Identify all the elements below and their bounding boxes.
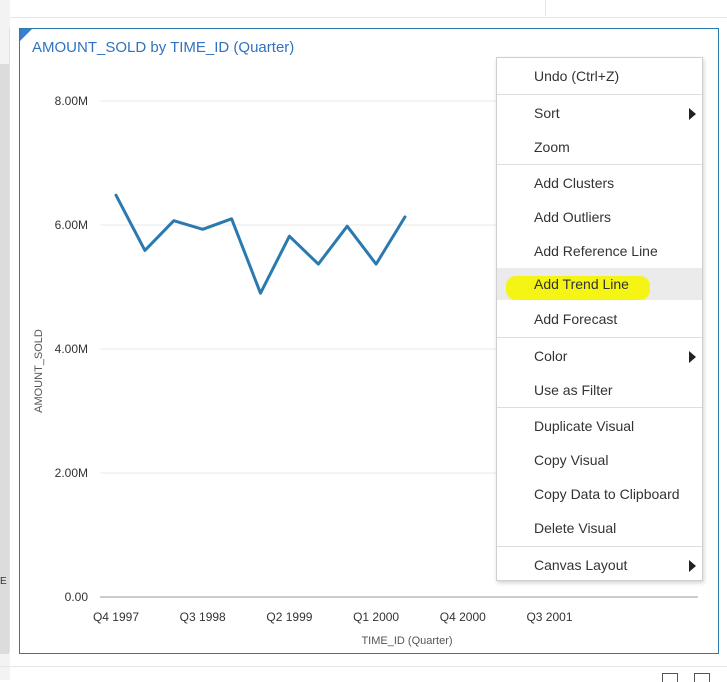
- menu-item-add-outliers[interactable]: Add Outliers: [497, 201, 702, 233]
- x-axis-title: TIME_ID (Quarter): [361, 635, 452, 647]
- menu-item-add-forecast[interactable]: Add Forecast: [497, 303, 702, 335]
- y-tick-label: 8.00M: [55, 94, 88, 108]
- menu-item-label: Duplicate Visual: [534, 418, 635, 434]
- menu-item-label: Copy Data to Clipboard: [534, 486, 680, 502]
- bottom-status-band: [0, 666, 727, 682]
- menu-item-delete-visual[interactable]: Delete Visual: [497, 512, 702, 544]
- left-panel-border: [9, 28, 10, 652]
- x-tick-label: Q2 1999: [266, 610, 312, 624]
- layout-icon[interactable]: [694, 673, 710, 682]
- x-tick-label: Q3 1998: [180, 610, 226, 624]
- data-point: [143, 249, 147, 252]
- data-point: [288, 234, 291, 238]
- left-map-visual: [0, 64, 9, 654]
- data-point: [230, 217, 233, 220]
- menu-item-add-trend-line[interactable]: Add Trend Line: [497, 268, 702, 300]
- data-point: [259, 292, 262, 295]
- data-point: [114, 194, 118, 197]
- menu-item-label: Delete Visual: [534, 520, 617, 536]
- menu-item-color[interactable]: Color: [497, 340, 702, 372]
- menu-item-duplicate-visual[interactable]: Duplicate Visual: [497, 410, 702, 442]
- submenu-arrow-icon: [689, 108, 696, 120]
- menu-item-label: Add Reference Line: [534, 243, 658, 259]
- y-axis-title: AMOUNT_SOLD: [33, 329, 45, 413]
- menu-separator: [497, 407, 702, 408]
- submenu-arrow-icon: [689, 351, 696, 363]
- menu-item-label: Sort: [534, 105, 560, 121]
- menu-item-undo[interactable]: Undo (Ctrl+Z): [497, 60, 702, 92]
- menu-item-label: Color: [534, 348, 568, 364]
- menu-separator: [497, 546, 702, 547]
- left-panel-edge-label: E: [0, 576, 7, 587]
- menu-item-label: Zoom: [534, 139, 570, 155]
- menu-item-label: Canvas Layout: [534, 557, 628, 573]
- context-menu: Undo (Ctrl+Z) Sort Zoom Add Clusters Add…: [496, 57, 703, 581]
- menu-item-copy-data-to-clipboard[interactable]: Copy Data to Clipboard: [497, 478, 702, 510]
- menu-item-label: Add Forecast: [534, 311, 618, 327]
- menu-item-label: Use as Filter: [534, 382, 613, 398]
- menu-item-add-clusters[interactable]: Add Clusters: [497, 167, 702, 199]
- menu-item-label: Add Outliers: [534, 209, 612, 225]
- y-tick-label: 0.00: [65, 590, 89, 604]
- menu-item-label: Undo (Ctrl+Z): [534, 68, 620, 84]
- data-point: [317, 262, 320, 266]
- data-point: [346, 225, 349, 228]
- menu-item-use-as-filter[interactable]: Use as Filter: [497, 374, 702, 406]
- series-line: [114, 193, 407, 295]
- menu-separator: [497, 337, 702, 338]
- menu-item-label: Add Clusters: [534, 175, 615, 191]
- data-point: [201, 228, 204, 231]
- x-tick-label: Q3 2001: [526, 610, 572, 624]
- menu-item-canvas-layout[interactable]: Canvas Layout: [497, 549, 702, 581]
- y-tick-label: 6.00M: [55, 218, 88, 232]
- menu-item-zoom[interactable]: Zoom: [497, 131, 702, 163]
- x-tick-label: Q4 2000: [440, 610, 486, 624]
- toolbar-divider: [545, 0, 546, 16]
- menu-item-add-reference-line[interactable]: Add Reference Line: [497, 235, 702, 267]
- data-point: [403, 215, 407, 219]
- data-point: [374, 262, 378, 266]
- x-tick-label: Q1 2000: [353, 610, 399, 624]
- grid-icon[interactable]: [662, 673, 678, 682]
- x-tick-label: Q4 1997: [93, 610, 139, 624]
- menu-separator: [497, 94, 702, 95]
- menu-item-sort[interactable]: Sort: [497, 97, 702, 129]
- menu-item-label: Add Trend Line: [534, 276, 629, 292]
- y-tick-label: 4.00M: [55, 342, 88, 356]
- y-tick-label: 2.00M: [55, 466, 88, 480]
- data-point: [172, 219, 175, 222]
- menu-separator: [497, 164, 702, 165]
- menu-item-copy-visual[interactable]: Copy Visual: [497, 444, 702, 476]
- menu-item-label: Copy Visual: [534, 452, 609, 468]
- submenu-arrow-icon: [689, 560, 696, 572]
- top-toolbar-band: [0, 0, 727, 18]
